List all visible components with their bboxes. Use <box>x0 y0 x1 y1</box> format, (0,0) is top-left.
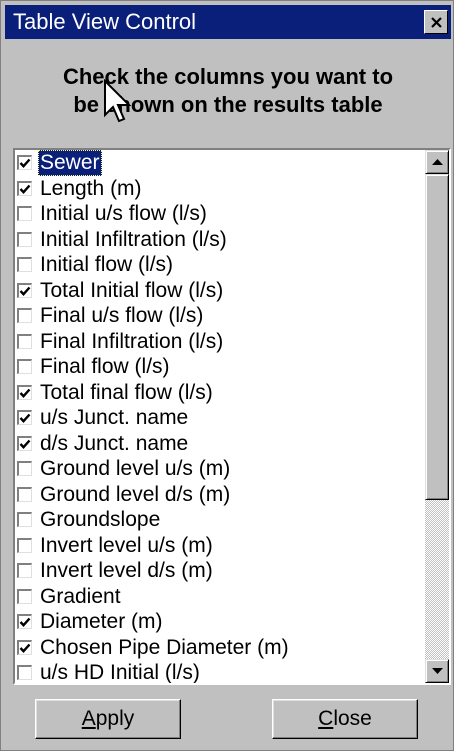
close-icon <box>430 16 442 28</box>
checkbox-unchecked[interactable] <box>17 257 32 273</box>
title-bar[interactable]: Table View Control <box>5 5 451 39</box>
instruction-line-2: be shown on the results table <box>73 92 383 117</box>
button-bar: Apply Close <box>5 687 451 747</box>
checkbox-unchecked[interactable] <box>17 359 32 375</box>
check-mark-icon <box>19 388 31 398</box>
column-row[interactable]: u/s Junct. name <box>15 405 425 431</box>
arrow-up-icon <box>431 158 443 165</box>
column-row[interactable]: Final Infiltration (l/s) <box>15 329 425 355</box>
column-row[interactable]: Total final flow (l/s) <box>15 380 425 406</box>
apply-mnemonic: A <box>81 707 96 730</box>
check-mark-icon <box>19 286 31 296</box>
column-label: Chosen Pipe Diameter (m) <box>40 635 289 659</box>
checkbox-checked[interactable] <box>17 639 32 655</box>
column-label: Total final flow (l/s) <box>40 380 213 404</box>
close-mnemonic: C <box>318 707 334 730</box>
column-label: Sewer <box>38 150 102 176</box>
scroll-up-button[interactable] <box>425 150 449 174</box>
apply-button[interactable]: Apply <box>35 699 181 739</box>
column-label: Ground level d/s (m) <box>40 482 231 506</box>
column-label: Diameter (m) <box>40 610 163 633</box>
column-row[interactable]: Chosen Pipe Diameter (m) <box>15 635 425 661</box>
checkbox-checked[interactable] <box>17 410 32 426</box>
column-row[interactable]: Diameter (m) <box>15 609 425 635</box>
checkbox-unchecked[interactable] <box>17 486 32 502</box>
column-row[interactable]: u/s HD Initial (l/s) <box>15 660 425 683</box>
column-row[interactable]: d/s Junct. name <box>15 431 425 457</box>
checkbox-unchecked[interactable] <box>17 333 32 349</box>
column-row[interactable]: Initial u/s flow (l/s) <box>15 201 425 227</box>
checkbox-checked[interactable] <box>17 155 32 171</box>
checkbox-unchecked[interactable] <box>17 461 32 477</box>
checkbox-unchecked[interactable] <box>17 588 32 604</box>
column-label: Ground level u/s (m) <box>40 457 231 480</box>
column-label: Length (m) <box>40 176 142 200</box>
check-mark-icon <box>19 184 31 194</box>
checkbox-unchecked[interactable] <box>17 537 32 553</box>
checkbox-unchecked[interactable] <box>17 512 32 528</box>
column-row[interactable]: Invert level u/s (m) <box>15 533 425 559</box>
check-mark-icon <box>19 643 31 653</box>
check-mark-icon <box>19 413 31 424</box>
column-row[interactable]: Final u/s flow (l/s) <box>15 303 425 329</box>
column-row[interactable]: Initial Infiltration (l/s) <box>15 227 425 253</box>
mouse-pointer-icon <box>104 79 132 123</box>
column-label: Final flow (l/s) <box>40 355 170 378</box>
close-window-button[interactable] <box>424 10 448 34</box>
arrow-down-icon <box>431 667 443 674</box>
column-label: u/s Junct. name <box>40 406 189 429</box>
column-label: Total Initial flow (l/s) <box>40 278 224 302</box>
instruction-line-1: Check the columns you want to <box>62 64 394 89</box>
checkbox-checked[interactable] <box>17 384 32 400</box>
column-label: Gradient <box>40 584 121 608</box>
check-mark-icon <box>19 439 31 449</box>
column-label: Invert level u/s (m) <box>40 533 213 557</box>
checkbox-unchecked[interactable] <box>17 231 32 247</box>
column-row[interactable]: Ground level d/s (m) <box>15 482 425 508</box>
checkbox-unchecked[interactable] <box>17 308 32 324</box>
table-view-control-dialog: Table View Control Check the columns you… <box>0 0 454 751</box>
column-checklist[interactable]: Sewer Length (m) Initial u/s flow (l/s) Ini… <box>15 150 425 683</box>
checkbox-unchecked[interactable] <box>17 563 32 579</box>
checkbox-unchecked[interactable] <box>17 206 32 222</box>
scroll-thumb[interactable] <box>425 174 449 500</box>
column-label: u/s HD Initial (l/s) <box>40 661 200 683</box>
checkbox-unchecked[interactable] <box>17 665 32 681</box>
column-label: d/s Junct. name <box>40 431 189 455</box>
column-row[interactable]: Groundslope <box>15 507 425 533</box>
vertical-scrollbar[interactable] <box>425 150 449 683</box>
checkbox-checked[interactable] <box>17 180 32 196</box>
checkbox-checked[interactable] <box>17 435 32 451</box>
scroll-down-button[interactable] <box>425 659 449 683</box>
check-mark-icon <box>19 617 31 628</box>
column-row[interactable]: Final flow (l/s) <box>15 354 425 380</box>
column-row[interactable]: Gradient <box>15 584 425 610</box>
column-row[interactable]: Invert level d/s (m) <box>15 558 425 584</box>
column-row[interactable]: Length (m) <box>15 176 425 202</box>
close-label: lose <box>333 707 372 730</box>
column-label: Initial u/s flow (l/s) <box>40 202 207 225</box>
column-label: Invert level d/s (m) <box>40 559 213 582</box>
column-list-frame: Sewer Length (m) Initial u/s flow (l/s) Ini… <box>13 148 451 685</box>
close-button[interactable]: Close <box>272 699 418 739</box>
column-row[interactable]: Ground level u/s (m) <box>15 456 425 482</box>
window-title: Table View Control <box>13 9 197 34</box>
apply-label: pply <box>95 707 135 730</box>
column-row[interactable]: Initial flow (l/s) <box>15 252 425 278</box>
column-row[interactable]: Sewer <box>15 150 425 176</box>
checkbox-checked[interactable] <box>17 282 32 298</box>
column-row[interactable]: Total Initial flow (l/s) <box>15 278 425 304</box>
column-label: Final Infiltration (l/s) <box>40 329 224 353</box>
column-label: Initial Infiltration (l/s) <box>40 227 227 251</box>
column-label: Initial flow (l/s) <box>40 253 174 276</box>
column-label: Final u/s flow (l/s) <box>40 304 204 327</box>
instruction-text: Check the columns you want to be shown o… <box>5 39 451 143</box>
checkbox-checked[interactable] <box>17 614 32 630</box>
check-mark-icon <box>19 158 31 169</box>
column-label: Groundslope <box>40 508 161 531</box>
